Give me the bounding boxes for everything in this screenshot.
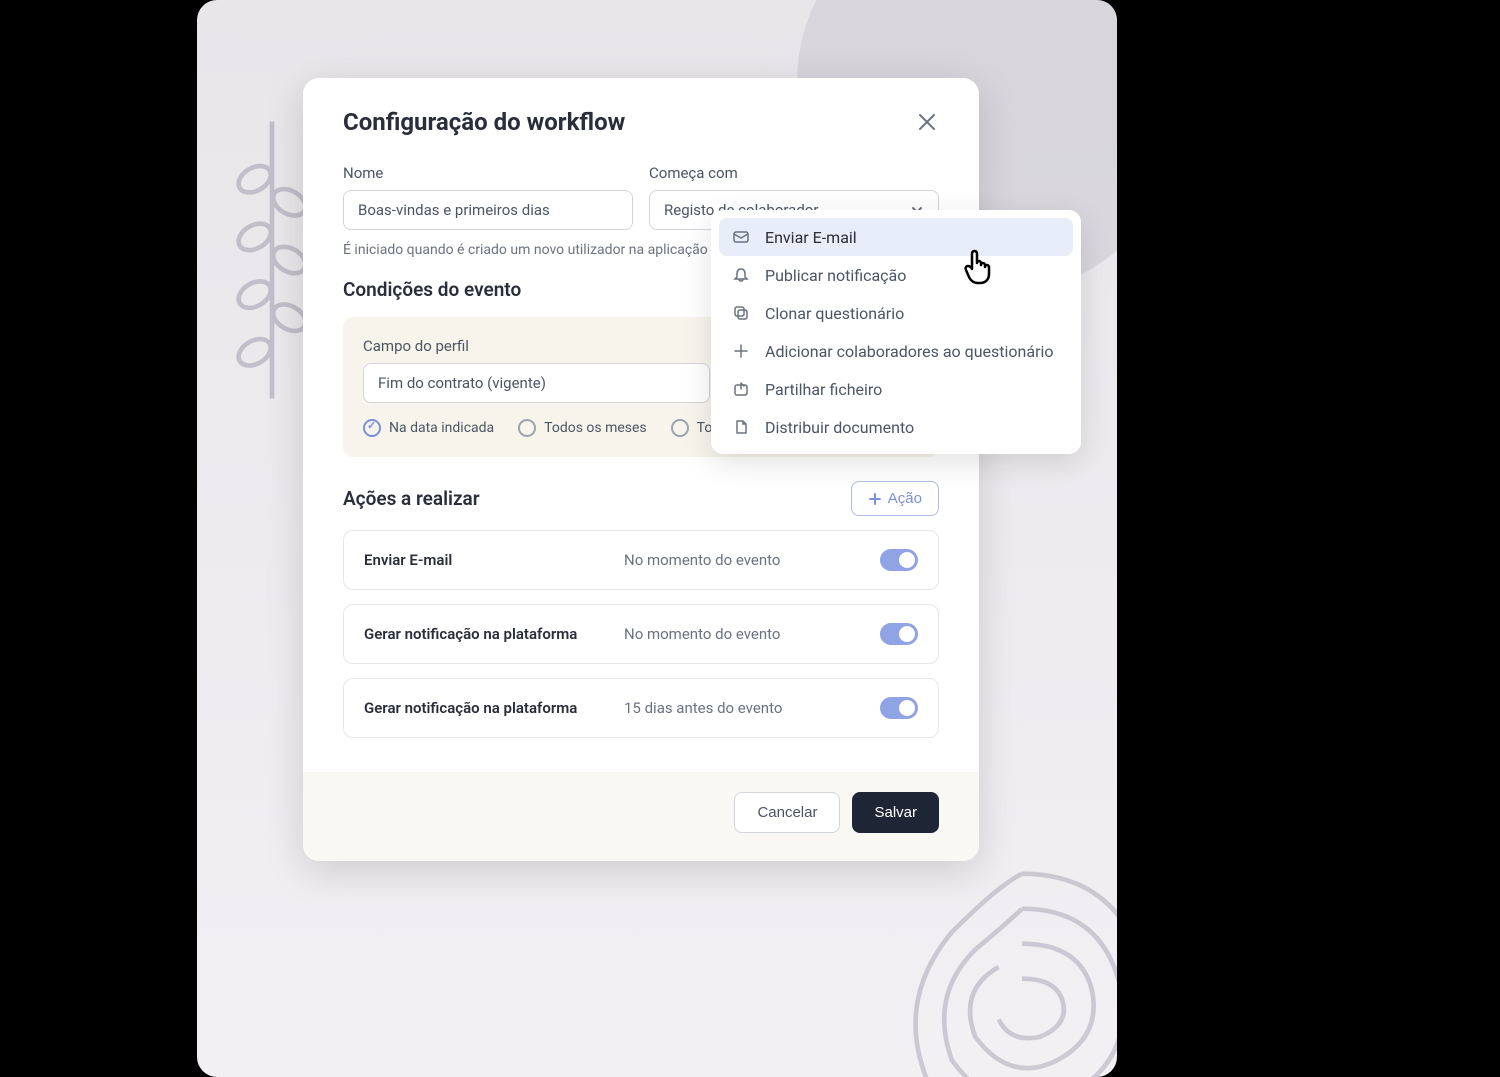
share-icon <box>731 379 751 399</box>
action-name: Enviar E-mail <box>364 551 624 569</box>
copy-icon <box>731 303 751 323</box>
radio-every-month[interactable]: Todos os meses <box>518 419 647 437</box>
action-toggle[interactable] <box>880 549 918 571</box>
action-name: Gerar notificação na plataforma <box>364 699 624 717</box>
radio-icon <box>363 419 381 437</box>
bell-icon <box>731 265 751 285</box>
action-toggle[interactable] <box>880 697 918 719</box>
action-item[interactable]: Gerar notificação na plataforma 15 dias … <box>343 678 939 738</box>
profile-field-group: Campo do perfil Fim do contrato (vigente… <box>363 337 710 403</box>
close-button[interactable] <box>915 110 939 134</box>
radio-label: Todos os meses <box>544 420 647 436</box>
dropdown-item-label: Distribuir documento <box>765 418 914 437</box>
plus-icon <box>868 492 882 506</box>
actions-header: Ações a realizar Ação <box>343 481 939 516</box>
action-timing: No momento do evento <box>624 625 880 643</box>
profile-field-select[interactable]: Fim do contrato (vigente) <box>363 363 710 403</box>
add-action-label: Ação <box>888 490 922 507</box>
action-toggle[interactable] <box>880 623 918 645</box>
modal-footer: Cancelar Salvar <box>303 772 979 861</box>
dropdown-item-email[interactable]: Enviar E-mail <box>719 218 1073 256</box>
name-input[interactable]: Boas-vindas e primeiros dias <box>343 190 633 230</box>
profile-field-value: Fim do contrato (vigente) <box>378 374 546 392</box>
radio-icon <box>518 419 536 437</box>
profile-field-label: Campo do perfil <box>363 337 710 355</box>
dropdown-item-add-collaborators[interactable]: Adicionar colaboradores ao questionário <box>719 332 1073 370</box>
name-group: Nome Boas-vindas e primeiros dias <box>343 164 633 230</box>
action-item[interactable]: Gerar notificação na plataforma No momen… <box>343 604 939 664</box>
action-timing: No momento do evento <box>624 551 880 569</box>
action-item[interactable]: Enviar E-mail No momento do evento <box>343 530 939 590</box>
modal-header: Configuração do workflow <box>303 78 979 136</box>
dropdown-item-label: Partilhar ficheiro <box>765 380 882 399</box>
dropdown-item-label: Enviar E-mail <box>765 228 857 247</box>
name-label: Nome <box>343 164 633 182</box>
mail-icon <box>731 227 751 247</box>
actions-title: Ações a realizar <box>343 487 480 510</box>
dropdown-item-distribute-doc[interactable]: Distribuir documento <box>719 408 1073 446</box>
dropdown-item-clone[interactable]: Clonar questionário <box>719 294 1073 332</box>
name-input-value: Boas-vindas e primeiros dias <box>358 201 550 219</box>
dropdown-item-notification[interactable]: Publicar notificação <box>719 256 1073 294</box>
dropdown-item-label: Adicionar colaboradores ao questionário <box>765 342 1054 361</box>
workflow-config-modal: Configuração do workflow Nome Boas-vinda… <box>303 78 979 861</box>
cancel-button[interactable]: Cancelar <box>734 792 840 833</box>
dropdown-item-share-file[interactable]: Partilhar ficheiro <box>719 370 1073 408</box>
start-label: Começa com <box>649 164 939 182</box>
action-type-dropdown: Enviar E-mail Publicar notificação Clona… <box>711 210 1081 454</box>
dropdown-item-label: Publicar notificação <box>765 266 906 285</box>
radio-icon <box>671 419 689 437</box>
action-name: Gerar notificação na plataforma <box>364 625 624 643</box>
radio-on-date[interactable]: Na data indicada <box>363 419 494 437</box>
save-button[interactable]: Salvar <box>852 792 939 833</box>
dropdown-item-label: Clonar questionário <box>765 304 904 323</box>
radio-label: Na data indicada <box>389 420 494 436</box>
plus-icon <box>731 341 751 361</box>
close-icon <box>918 113 936 131</box>
decorative-fingerprint-icon <box>847 827 1117 1077</box>
add-action-button[interactable]: Ação <box>851 481 939 516</box>
action-timing: 15 dias antes do evento <box>624 699 880 717</box>
modal-title: Configuração do workflow <box>343 108 625 136</box>
document-icon <box>731 417 751 437</box>
